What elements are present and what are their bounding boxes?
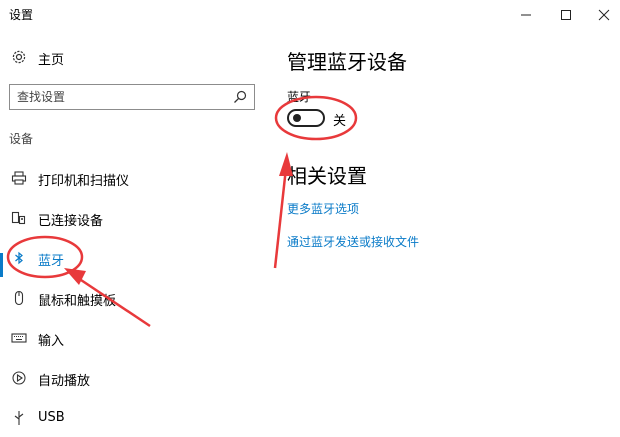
related-settings-title: 相关设置 [287,164,367,188]
section-label-devices: 设备 [9,132,34,146]
title-bar: 设置 [0,0,620,30]
sidebar-item-label: 鼠标和触摸板 [38,294,117,309]
usb-icon [11,410,27,426]
sidebar-item-home[interactable]: 主页 [0,40,265,76]
search-icon[interactable] [232,89,248,105]
sidebar-item-label: 自动播放 [38,374,91,389]
send-receive-files-link[interactable]: 通过蓝牙发送或接收文件 [287,233,419,250]
sidebar: 主页 设备 打印机和扫描仪 已连接设备 蓝牙 鼠标和触摸板 [0,30,265,425]
minimize-button[interactable] [506,0,546,30]
search-input[interactable] [10,85,227,109]
mouse-icon [11,290,27,306]
sidebar-item-label: 主页 [38,53,65,68]
more-bluetooth-options-link[interactable]: 更多蓝牙选项 [287,200,359,217]
sidebar-item-label: 输入 [38,334,65,349]
bluetooth-toggle[interactable] [287,109,325,127]
keyboard-icon [11,330,27,346]
sidebar-item-label: 蓝牙 [38,254,65,269]
toggle-state-text: 关 [333,114,347,129]
autoplay-icon [11,370,27,386]
toggle-knob [293,114,301,122]
page-title: 管理蓝牙设备 [287,50,407,74]
sidebar-item-label: 已连接设备 [38,214,104,229]
printer-icon [11,170,27,186]
close-icon [598,9,610,21]
sidebar-item-usb[interactable]: USB [0,401,265,437]
bluetooth-label: 蓝牙 [287,90,312,104]
sidebar-item-autoplay[interactable]: 自动播放 [0,361,265,397]
window-title: 设置 [9,8,34,22]
sidebar-item-mouse[interactable]: 鼠标和触摸板 [0,281,265,317]
sidebar-item-typing[interactable]: 输入 [0,321,265,357]
sidebar-item-connected-devices[interactable]: 已连接设备 [0,201,265,237]
active-indicator [0,253,3,277]
devices-icon [11,210,27,226]
sidebar-item-printers[interactable]: 打印机和扫描仪 [0,161,265,197]
gear-icon [11,49,27,65]
sidebar-item-bluetooth[interactable]: 蓝牙 [0,241,265,277]
maximize-button[interactable] [546,0,586,30]
sidebar-item-label: USB [38,410,65,425]
minimize-icon [521,14,531,16]
close-button[interactable] [584,0,620,30]
sidebar-item-label: 打印机和扫描仪 [38,174,130,189]
bluetooth-icon [11,250,27,266]
search-box[interactable] [9,84,255,110]
maximize-icon [561,10,571,20]
